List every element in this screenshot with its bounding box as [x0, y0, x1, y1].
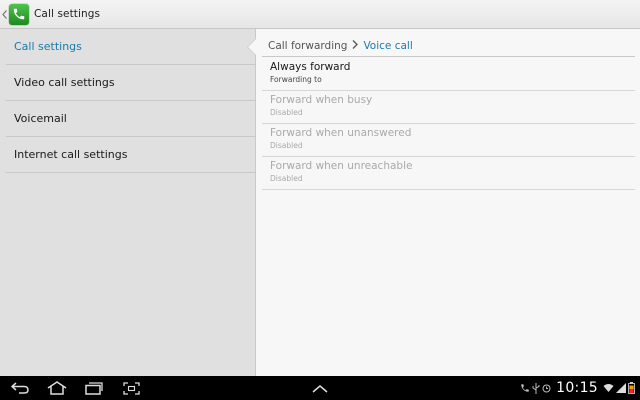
settings-content: Call settings Video call settings Voicem… — [0, 29, 640, 376]
breadcrumb-current: Voice call — [363, 39, 413, 52]
pref-forward-when-busy[interactable]: Forward when busy Disabled — [262, 91, 635, 124]
menu-item-label: Internet call settings — [14, 148, 128, 161]
page-title: Call settings — [34, 8, 101, 20]
pref-forward-when-unanswered[interactable]: Forward when unanswered Disabled — [262, 124, 635, 157]
system-bar: 10:15 — [0, 376, 640, 400]
chevron-right-icon — [352, 39, 359, 52]
action-bar: Call settings — [0, 0, 640, 29]
pref-title: Forward when busy — [270, 94, 373, 106]
breadcrumb-parent[interactable]: Call forwarding — [268, 40, 347, 52]
pref-summary: Forwarding to — [270, 75, 322, 84]
pref-summary: Disabled — [270, 141, 303, 150]
recent-apps-icon[interactable] — [84, 380, 104, 396]
menu-item-label: Voicemail — [14, 112, 67, 125]
pref-forward-when-unreachable[interactable]: Forward when unreachable Disabled — [262, 157, 635, 190]
menu-item-label: Video call settings — [14, 76, 115, 89]
phone-icon[interactable] — [9, 3, 29, 25]
battery-icon — [628, 382, 635, 394]
signal-icon — [616, 383, 626, 393]
menu-item-voicemail[interactable]: Voicemail — [6, 101, 256, 137]
call-forwarding-panel: Call forwarding Voice call Always forwar… — [257, 29, 640, 376]
pref-title: Forward when unanswered — [270, 127, 412, 139]
menu-item-label: Call settings — [14, 40, 82, 53]
pref-summary: Disabled — [270, 108, 303, 117]
menu-item-call-settings[interactable]: Call settings — [6, 29, 256, 65]
screenshot-icon[interactable] — [122, 380, 140, 396]
breadcrumb: Call forwarding Voice call — [262, 35, 635, 57]
call-active-icon — [520, 383, 530, 393]
pref-summary: Disabled — [270, 174, 303, 183]
menu-up-icon[interactable] — [311, 380, 329, 396]
up-navigation-icon[interactable] — [1, 0, 8, 29]
alarm-icon — [542, 383, 551, 393]
status-clock: 10:15 — [556, 380, 598, 396]
selection-pointer — [248, 39, 256, 55]
pref-title: Forward when unreachable — [270, 160, 413, 172]
pref-always-forward[interactable]: Always forward Forwarding to — [262, 58, 635, 91]
usb-icon — [532, 382, 540, 394]
menu-item-internet-call-settings[interactable]: Internet call settings — [6, 137, 256, 173]
back-icon[interactable] — [10, 380, 30, 396]
settings-category-list: Call settings Video call settings Voicem… — [0, 29, 256, 376]
menu-item-video-call-settings[interactable]: Video call settings — [6, 65, 256, 101]
status-area[interactable]: 10:15 — [519, 376, 636, 400]
home-icon[interactable] — [46, 380, 68, 396]
pref-title: Always forward — [270, 61, 351, 73]
wifi-icon — [603, 383, 614, 393]
